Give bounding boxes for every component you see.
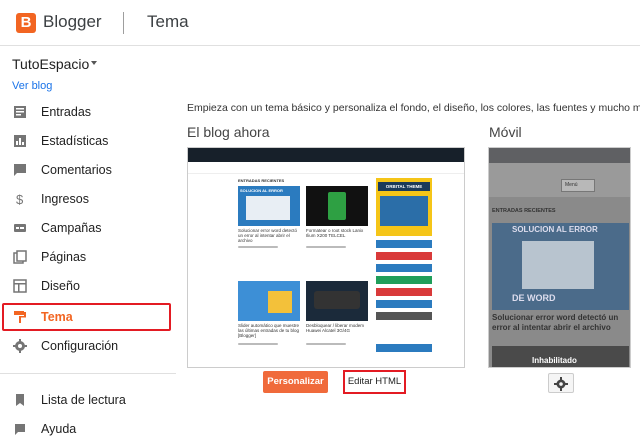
view-blog-link[interactable]: Ver blog	[12, 80, 52, 92]
preview-sidebar-widget	[376, 276, 432, 284]
sidebar-item-label: Configuración	[41, 339, 119, 353]
sidebar-item-label: Estadísticas	[41, 134, 109, 148]
preview-sidebar-widget	[376, 252, 432, 260]
stats-icon	[14, 135, 26, 147]
bookmark-icon	[16, 394, 24, 406]
preview-sidebar-widget	[376, 300, 432, 308]
mobile-lower-panel: Inhabilitado	[492, 346, 629, 367]
post-meta	[306, 343, 346, 345]
post-meta	[238, 246, 278, 248]
sidebar-item-label: Lista de lectura	[41, 393, 126, 407]
sidebar-item-ingresos[interactable]: $ Ingresos	[0, 185, 174, 214]
intro-text: Empieza con un tema básico y personaliza…	[187, 102, 640, 114]
campaigns-icon	[14, 224, 26, 232]
sidebar-item-ayuda[interactable]: Ayuda	[0, 415, 174, 444]
post-meta	[238, 343, 278, 345]
sidebar-item-label: Ayuda	[41, 422, 77, 436]
page-title: Tema	[147, 12, 189, 31]
chevron-down-icon[interactable]	[91, 61, 97, 65]
preview-sidebar-widget	[376, 288, 432, 296]
mobile-settings-button[interactable]	[548, 373, 574, 393]
sidebar-item-diseno[interactable]: Diseño	[0, 272, 174, 301]
top-bar: B Blogger Tema	[0, 0, 640, 46]
post-meta	[306, 246, 346, 248]
mobile-menu-select: Menú	[561, 179, 595, 192]
preview-nav-bar	[188, 162, 464, 174]
header-divider	[123, 12, 124, 34]
gear-icon	[13, 339, 27, 353]
post-title: Formatear o root stock Lanix Ilium X200 …	[306, 228, 364, 238]
mobile-section-label: ENTRADAS RECIENTES	[492, 208, 556, 214]
blogger-logo-icon[interactable]: B	[16, 13, 36, 33]
preview-sidebar-widget	[376, 312, 432, 320]
preview-section-label: ENTRADAS RECIENTES	[238, 178, 285, 183]
sidebar-item-campanas[interactable]: Campañas	[0, 214, 174, 243]
help-icon	[15, 424, 25, 435]
sidebar-item-label: Diseño	[41, 279, 80, 293]
active-highlight-box	[2, 303, 171, 331]
preview-sidebar-widget	[376, 240, 432, 248]
sidebar-item-estadisticas[interactable]: Estadísticas	[0, 127, 174, 156]
post-thumbnail	[238, 281, 300, 321]
post-title: Slider automático que muestre las última…	[238, 323, 300, 338]
preview-sidebar-widget	[376, 344, 432, 352]
gear-icon	[554, 377, 568, 391]
current-blog-heading: El blog ahora	[187, 124, 270, 140]
mobile-theme-preview[interactable]: Menú ENTRADAS RECIENTES SOLUCION AL ERRO…	[488, 147, 631, 368]
brand-name[interactable]: Blogger	[43, 12, 102, 32]
edit-html-button[interactable]: Editar HTML	[343, 370, 406, 394]
sidebar-item-label: Entradas	[41, 105, 92, 119]
post-thumbnail	[306, 281, 368, 321]
posts-icon	[14, 106, 26, 118]
post-thumbnail: SOLUCION AL ERROR	[238, 186, 300, 226]
sidebar-item-paginas[interactable]: Páginas	[0, 243, 174, 272]
sidebar-item-label: Campañas	[41, 221, 102, 235]
sidebar-item-lista-de-lectura[interactable]: Lista de lectura	[0, 386, 174, 415]
preview-top-bar	[188, 148, 464, 162]
svg-text:$: $	[16, 192, 24, 206]
mobile-post-image: SOLUCION AL ERROR DE WORD	[492, 223, 629, 310]
blog-selector[interactable]: TutoEspacio	[12, 56, 89, 72]
preview-sidebar-widget	[376, 264, 432, 272]
preview-sidebar-banner: ORBITAL THEME	[376, 178, 432, 236]
post-thumbnail	[306, 186, 368, 226]
sidebar-item-configuracion[interactable]: Configuración	[0, 332, 174, 361]
pages-icon	[13, 250, 27, 264]
sidebar-item-label: Comentarios	[41, 163, 112, 177]
sidebar-item-label: Páginas	[41, 250, 87, 264]
sidebar-divider	[0, 373, 176, 374]
layout-icon	[13, 279, 27, 293]
mobile-top-bar	[489, 148, 630, 163]
desktop-theme-preview[interactable]: ENTRADAS RECIENTES SOLUCION AL ERROR Sol…	[187, 147, 465, 368]
dollar-icon: $	[16, 192, 24, 206]
sidebar-item-comentarios[interactable]: Comentarios	[0, 156, 174, 185]
mobile-heading: Móvil	[489, 124, 522, 140]
mobile-header: Menú	[489, 163, 630, 197]
mobile-post-title: Solucionar error word detectó un error a…	[492, 313, 619, 332]
customize-button[interactable]: Personalizar	[263, 371, 328, 393]
sidebar-item-entradas[interactable]: Entradas	[0, 98, 174, 127]
post-title: Solucionar error word detectó un error a…	[238, 228, 298, 243]
post-title: Desbloquear / liberar modem Huawei Alcat…	[306, 323, 365, 333]
sidebar-item-label: Ingresos	[41, 192, 89, 206]
comments-icon	[14, 164, 26, 176]
